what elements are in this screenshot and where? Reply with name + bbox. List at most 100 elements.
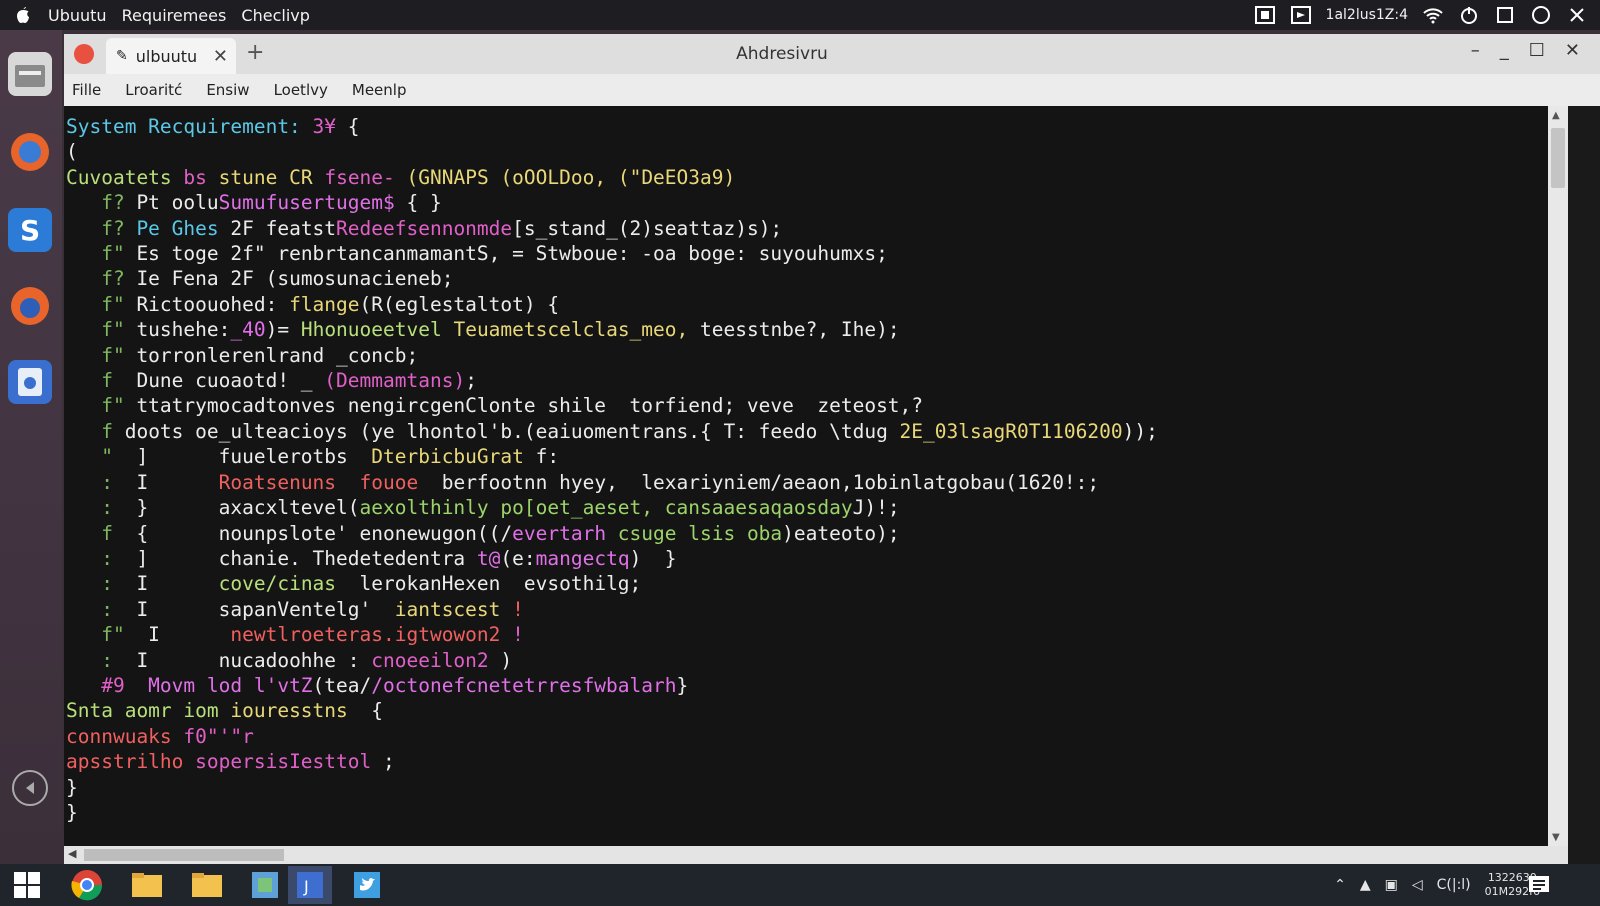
close-icon[interactable] — [1566, 4, 1588, 26]
terminal-token: mangectq — [535, 546, 630, 570]
terminal-token: 2f" — [218, 242, 266, 266]
back-arrow-icon[interactable] — [8, 766, 52, 810]
terminal-token: f? — [66, 191, 125, 215]
terminal-line: " ] fuuelerotbs DterbicbuGrat f: — [66, 444, 1548, 469]
terminal-line: f" Rictoouohed: flange(R(eglestaltot) { — [66, 292, 1548, 317]
terminal-line: : I nucadoohhe : cnoeeilon2 ) — [66, 648, 1548, 673]
terminal-output[interactable]: System Recquirement: 3¥ {(Cuvoatets bs s… — [64, 106, 1548, 846]
terminal-line: f" ttatrymocadtonves nengircgenClonte sh… — [66, 393, 1548, 418]
terminal-token: bs — [171, 165, 207, 189]
terminal-token: fsene- — [312, 165, 395, 189]
terminal-token: f — [66, 521, 113, 545]
terminal-token: Rictoouohed: — [124, 292, 278, 316]
twitter-icon[interactable] — [350, 868, 384, 902]
terminal-token: f? — [66, 216, 125, 240]
folder-icon[interactable] — [130, 868, 164, 902]
tab-bar: ✎ ulbuutu ✕ + Ahdresivru – _ ☐ ✕ — [64, 34, 1600, 74]
terminal-token: } — [66, 775, 78, 799]
terminal-line: : I sapanVentelg' iantscest ! — [66, 597, 1548, 622]
terminal-line: System Recquirement: 3¥ { — [66, 114, 1548, 139]
terminal-token: apsstrilho — [66, 750, 184, 774]
terminal-token: Sumufusertugem$ — [218, 191, 395, 215]
terminal-token: Ie Fena — [124, 267, 219, 291]
chevron-up-icon[interactable]: ⌃ — [1334, 877, 1346, 893]
top-menu-item[interactable]: Checlivp — [241, 6, 309, 25]
horizontal-scrollbar[interactable]: ◀ — [64, 846, 1568, 864]
terminal-token: Teuametscelclas_meo, — [441, 318, 689, 342]
chrome-icon[interactable] — [70, 868, 104, 902]
terminal-token: f" — [66, 343, 125, 367]
vertical-scroll-thumb[interactable] — [1551, 128, 1565, 188]
scroll-left-icon[interactable]: ◀ — [68, 847, 76, 860]
browser-icon[interactable] — [8, 284, 52, 328]
terminal-line: f? Pt ooluSumufusertugem$ { } — [66, 190, 1548, 215]
window-title: Ahdresivru — [736, 44, 828, 64]
terminal-token: (GNNAPS (oOOLDoo, ("DeEO3a9) — [394, 165, 736, 189]
terminal-token: { — [535, 292, 560, 316]
terminal-token: iouresstns — [218, 699, 348, 723]
horizontal-scroll-thumb[interactable] — [84, 849, 284, 861]
terminal-token: 3¥ — [300, 115, 337, 138]
terminal-token: ! — [500, 623, 524, 647]
firefox-icon[interactable] — [8, 130, 52, 174]
top-menu-item[interactable]: Ubuutu — [48, 6, 107, 25]
terminal-token: flange — [277, 292, 360, 316]
menu-terminal[interactable]: Loetlvy — [274, 81, 328, 99]
menu-file[interactable]: Fille — [72, 81, 101, 99]
folder-icon-2[interactable] — [190, 868, 224, 902]
notification-icon[interactable] — [1522, 868, 1556, 902]
minimize-icon[interactable]: – — [1471, 40, 1480, 61]
close-window-icon[interactable]: ✕ — [1565, 40, 1580, 61]
terminal-token: /octonefcnetetrresfwbalarh — [371, 673, 677, 697]
terminal-token: I — [112, 572, 219, 596]
terminal-token: (tea/ — [312, 673, 372, 697]
system-logo-icon[interactable] — [12, 4, 34, 26]
scroll-down-icon[interactable]: ▼ — [1552, 832, 1560, 843]
software-center-icon[interactable]: S — [8, 208, 52, 252]
files-icon[interactable] — [8, 52, 52, 96]
terminal-token: lerokanHexen evsothilg; — [336, 572, 642, 596]
terminal-token: f: — [523, 445, 560, 469]
tray-label[interactable]: C(|:l) — [1437, 877, 1471, 893]
terminal-token: f0"'"r — [171, 724, 254, 748]
terminal-token: f" — [66, 394, 125, 418]
terminal-line: ( — [66, 139, 1548, 164]
scroll-up-icon[interactable]: ▲ — [1552, 110, 1560, 121]
document-app-icon[interactable] — [8, 360, 52, 404]
menu-edit[interactable]: Lroaritć — [125, 81, 182, 99]
terminal-line: Snta aomr iom iouresstns { — [66, 698, 1548, 723]
wifi-icon[interactable] — [1422, 4, 1444, 26]
terminal-token: 2F — [218, 216, 254, 240]
terminal-token: : — [66, 496, 113, 520]
maximize-icon[interactable] — [1494, 4, 1516, 26]
terminal-token: f" — [66, 292, 125, 316]
keyboard-icon[interactable] — [1254, 4, 1276, 26]
top-menu-item[interactable]: Requiremees — [122, 6, 227, 25]
menu-help[interactable]: Meenlp — [352, 81, 407, 99]
circle-icon[interactable] — [1530, 4, 1552, 26]
terminal-token: 2E_03lsagR0T1106200 — [887, 419, 1123, 443]
terminal-token: Dune cuoaotd! _ — [112, 369, 313, 393]
terminal-token: { — [336, 115, 360, 138]
maximize-window-icon[interactable]: ☐ — [1529, 40, 1545, 61]
windows-start-icon[interactable] — [10, 868, 44, 902]
minimize-alt-icon[interactable]: _ — [1500, 40, 1509, 61]
terminal-token: ] chanie. Thedetedentra — [112, 546, 466, 570]
volume-icon[interactable]: ◁ — [1412, 877, 1423, 893]
network-icon[interactable]: ▣ — [1385, 877, 1398, 893]
power-icon[interactable] — [1458, 4, 1480, 26]
terminal-line: connwuaks f0"'"r — [66, 724, 1548, 749]
screen-share-icon[interactable] — [1290, 4, 1312, 26]
terminal-token: f" — [66, 318, 125, 342]
vertical-scrollbar[interactable]: ▲ ▼ — [1548, 106, 1568, 846]
app-icon[interactable] — [248, 868, 282, 902]
terminal-token: ; — [371, 750, 395, 774]
menu-view[interactable]: Ensiw — [206, 81, 249, 99]
visual-studio-icon[interactable]: J — [288, 866, 332, 904]
terminal-token: oolu — [159, 191, 219, 215]
terminal-token: connwuaks — [66, 724, 172, 748]
top-clock[interactable]: 1al2lus1Z:4 — [1326, 7, 1408, 23]
terminal-token: I — [124, 623, 231, 647]
tray-arrow-icon[interactable]: ▲ — [1360, 877, 1371, 893]
terminal-line: : ] chanie. Thedetedentra t@(e:mangectq)… — [66, 546, 1548, 571]
